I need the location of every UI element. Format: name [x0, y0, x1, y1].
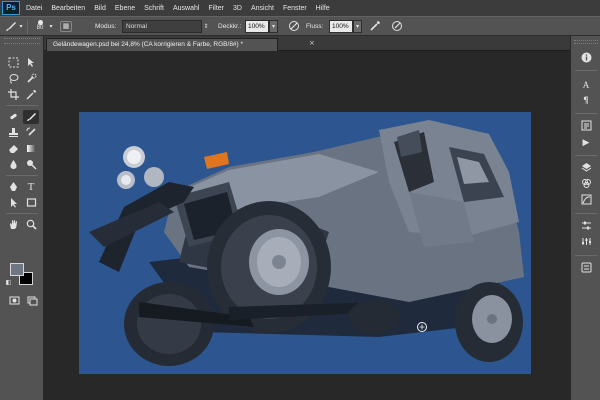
eyedropper-tool-icon[interactable]: [23, 88, 39, 102]
marquee-tool-icon[interactable]: [5, 56, 21, 70]
brush-picker-dropdown-icon[interactable]: ▾: [48, 20, 54, 33]
opacity-label: Deckkr.:: [218, 23, 242, 30]
layers-panel-icon[interactable]: [578, 162, 594, 176]
brush-size-value: 80: [36, 25, 44, 31]
libraries-panel-icon[interactable]: [578, 262, 594, 276]
airbrush-icon[interactable]: [368, 20, 381, 33]
channels-panel-icon[interactable]: [578, 178, 594, 192]
opacity-input[interactable]: 100%: [245, 20, 269, 33]
history-panel-icon[interactable]: [578, 120, 594, 134]
spot-healing-tool-icon[interactable]: [5, 110, 21, 124]
document-tab-bar: Geländewagen.psd bei 24,8% (CA korrigier…: [44, 36, 570, 51]
menu-hilfe[interactable]: Hilfe: [316, 5, 330, 12]
mode-select-arrow-icon[interactable]: ⇕: [202, 20, 210, 33]
dodge-tool-icon[interactable]: [23, 158, 39, 172]
gradient-tool-icon[interactable]: [23, 142, 39, 156]
blur-tool-icon[interactable]: [5, 158, 21, 172]
quick-mask-icon[interactable]: [6, 294, 22, 308]
zoom-tool-icon[interactable]: [23, 218, 39, 232]
lasso-tool-icon[interactable]: [5, 72, 21, 86]
paths-panel-icon[interactable]: [578, 194, 594, 208]
opacity-dropdown-icon[interactable]: ▾: [269, 20, 278, 33]
move-tool-icon[interactable]: [23, 56, 39, 70]
menu-schrift[interactable]: Schrift: [144, 5, 164, 12]
menu-ansicht[interactable]: Ansicht: [251, 5, 274, 12]
panel-dock: A ¶ ▶: [570, 36, 600, 400]
menu-datei[interactable]: Datei: [26, 5, 42, 12]
properties-panel-icon[interactable]: [578, 236, 594, 250]
info-panel-icon[interactable]: [578, 52, 594, 66]
clone-stamp-tool-icon[interactable]: [5, 126, 21, 140]
panel-dock-grip[interactable]: [574, 40, 598, 44]
document-canvas[interactable]: [79, 112, 531, 374]
options-bar: ▾ 80 ▾ ▦ Modus: Normal ⇕ Deckkr.: 100% ▾…: [0, 16, 600, 36]
canvas-area[interactable]: [44, 52, 570, 400]
character-panel-icon[interactable]: A: [578, 78, 594, 92]
document-tab[interactable]: Geländewagen.psd bei 24,8% (CA korrigier…: [46, 38, 278, 51]
pressure-size-icon[interactable]: [390, 20, 403, 33]
menu-bearbeiten[interactable]: Bearbeiten: [51, 5, 85, 12]
tools-panel-grip[interactable]: [4, 38, 40, 44]
brush-panel-toggle-icon[interactable]: ▦: [60, 21, 72, 32]
menu-ebene[interactable]: Ebene: [115, 5, 135, 12]
path-selection-tool-icon[interactable]: [5, 196, 21, 210]
adjustments-panel-icon[interactable]: [578, 220, 594, 234]
default-colors-icon[interactable]: ◧: [4, 279, 13, 287]
flow-input[interactable]: 100%: [329, 20, 353, 33]
tool-preset-dropdown-icon[interactable]: ▾: [18, 20, 24, 33]
hand-tool-icon[interactable]: [5, 218, 21, 232]
tools-panel: T ◧: [0, 36, 44, 400]
flow-label: Fluss:: [306, 23, 324, 30]
brush-preset-icon[interactable]: [4, 20, 18, 33]
brush-tool-icon[interactable]: [23, 110, 39, 124]
shape-tool-icon[interactable]: [23, 196, 39, 210]
menu-bild[interactable]: Bild: [94, 5, 106, 12]
close-tab-icon[interactable]: ×: [309, 38, 317, 49]
photoshop-logo: Ps: [2, 1, 20, 15]
menu-bar: Ps Datei Bearbeiten Bild Ebene Schrift A…: [0, 0, 600, 16]
photoshop-window: Ps Datei Bearbeiten Bild Ebene Schrift A…: [0, 0, 600, 400]
brush-size-picker[interactable]: 80: [33, 20, 47, 33]
history-brush-tool-icon[interactable]: [23, 126, 39, 140]
crop-tool-icon[interactable]: [5, 88, 21, 102]
mode-label: Modus:: [95, 23, 117, 30]
jeep-image: [89, 120, 524, 366]
mode-select[interactable]: Normal: [122, 20, 202, 33]
foreground-color-swatch[interactable]: [10, 263, 24, 276]
actions-panel-icon[interactable]: ▶: [578, 136, 594, 150]
paragraph-panel-icon[interactable]: ¶: [578, 94, 594, 108]
pen-tool-icon[interactable]: [5, 180, 21, 194]
eraser-tool-icon[interactable]: [5, 142, 21, 156]
menu-filter[interactable]: Filter: [208, 5, 224, 12]
pressure-opacity-icon[interactable]: [287, 20, 300, 33]
quick-selection-tool-icon[interactable]: [23, 72, 39, 86]
flow-dropdown-icon[interactable]: ▾: [353, 20, 362, 33]
menu-fenster[interactable]: Fenster: [283, 5, 307, 12]
menu-auswahl[interactable]: Auswahl: [173, 5, 199, 12]
type-tool-icon[interactable]: T: [23, 180, 39, 194]
screen-mode-icon[interactable]: [24, 294, 40, 308]
menu-3d[interactable]: 3D: [233, 5, 242, 12]
